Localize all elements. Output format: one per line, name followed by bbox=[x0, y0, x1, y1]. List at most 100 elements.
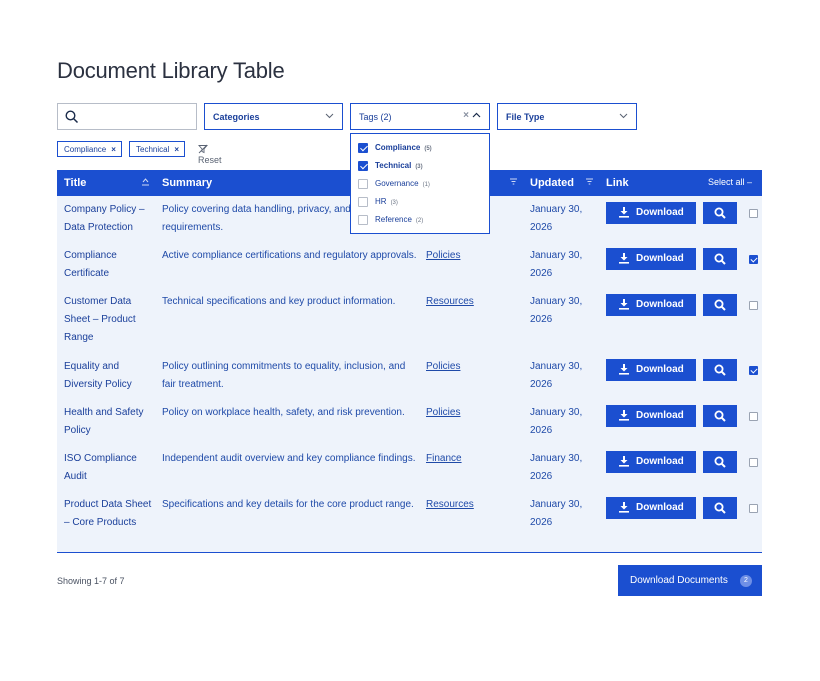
tags-dropdown-menu: Compliance (5) Technical (3) Governance (1)… bbox=[350, 133, 490, 234]
checkbox[interactable] bbox=[358, 215, 368, 225]
row-checkbox[interactable] bbox=[749, 301, 758, 310]
preview-button[interactable] bbox=[703, 202, 737, 224]
row-checkbox[interactable] bbox=[749, 209, 758, 218]
table-row: Customer Data Sheet – Product Range Tech… bbox=[57, 288, 762, 353]
select-all-button[interactable]: Select all – bbox=[708, 177, 752, 187]
doc-date: January 30, 2026 bbox=[530, 361, 583, 390]
filter-icon[interactable] bbox=[585, 177, 594, 188]
chip-technical[interactable]: Technical × bbox=[129, 141, 185, 157]
filetype-label: File Type bbox=[506, 112, 545, 122]
doc-title[interactable]: Health and Safety Policy bbox=[64, 404, 152, 440]
download-button[interactable]: Download bbox=[606, 451, 696, 473]
preview-button[interactable] bbox=[703, 294, 737, 316]
download-button[interactable]: Download bbox=[606, 248, 696, 270]
header-summary: Summary bbox=[162, 177, 213, 189]
header-title[interactable]: Title bbox=[64, 177, 86, 189]
tags-select[interactable]: Tags (2) × bbox=[350, 103, 490, 130]
doc-date: January 30, 2026 bbox=[530, 407, 583, 436]
table-body: Company Policy – Data Protection Policy … bbox=[57, 196, 762, 553]
doc-title[interactable]: Compliance Certificate bbox=[64, 247, 152, 283]
download-documents-button[interactable]: Download Documents 2 bbox=[618, 565, 762, 596]
preview-button[interactable] bbox=[703, 405, 737, 427]
doc-category[interactable]: Resources bbox=[426, 293, 474, 311]
download-icon bbox=[619, 253, 629, 264]
checkbox[interactable] bbox=[358, 143, 368, 153]
download-button[interactable]: Download bbox=[606, 497, 696, 519]
categories-label: Categories bbox=[213, 112, 260, 122]
sort-icon[interactable] bbox=[141, 177, 150, 188]
table-row: Compliance Certificate Active compliance… bbox=[57, 242, 762, 288]
row-checkbox[interactable] bbox=[749, 504, 758, 513]
header-updated[interactable]: Updated bbox=[530, 177, 574, 189]
preview-button[interactable] bbox=[703, 451, 737, 473]
checkbox[interactable] bbox=[358, 197, 368, 207]
doc-title[interactable]: Customer Data Sheet – Product Range bbox=[64, 293, 152, 347]
preview-button[interactable] bbox=[703, 497, 737, 519]
filetype-select[interactable]: File Type bbox=[497, 103, 637, 130]
page-title: Document Library Table bbox=[57, 58, 285, 83]
filter-bar: Categories Tags (2) × File Type bbox=[57, 103, 762, 130]
download-button[interactable]: Download bbox=[606, 294, 696, 316]
chip-compliance[interactable]: Compliance × bbox=[57, 141, 122, 157]
doc-summary: Policy on workplace health, safety, and … bbox=[162, 407, 405, 418]
search-icon bbox=[714, 299, 726, 311]
results-count: Showing 1-7 of 7 bbox=[57, 576, 125, 586]
download-button[interactable]: Download bbox=[606, 359, 696, 381]
download-icon bbox=[619, 299, 629, 310]
doc-title[interactable]: Product Data Sheet – Core Products bbox=[64, 496, 152, 532]
download-button[interactable]: Download bbox=[606, 405, 696, 427]
doc-summary: Active compliance certifications and reg… bbox=[162, 250, 417, 261]
doc-summary: Independent audit overview and key compl… bbox=[162, 453, 416, 464]
doc-category[interactable]: Resources bbox=[426, 496, 474, 514]
tags-label: Tags (2) bbox=[359, 112, 392, 122]
table-row: ISO Compliance Audit Independent audit o… bbox=[57, 445, 762, 491]
checkbox[interactable] bbox=[358, 161, 368, 171]
doc-category[interactable]: Policies bbox=[426, 247, 460, 265]
doc-summary: Policy outlining commitments to equality… bbox=[162, 361, 406, 390]
row-checkbox[interactable] bbox=[749, 366, 758, 375]
download-icon bbox=[619, 364, 629, 375]
doc-date: January 30, 2026 bbox=[530, 250, 583, 279]
chevron-up-icon bbox=[472, 112, 481, 118]
download-icon bbox=[619, 456, 629, 467]
table-row: Equality and Diversity Policy Policy out… bbox=[57, 353, 762, 399]
doc-category[interactable]: Finance bbox=[426, 450, 462, 468]
row-checkbox[interactable] bbox=[749, 458, 758, 467]
doc-date: January 30, 2026 bbox=[530, 296, 583, 325]
search-icon bbox=[714, 502, 726, 514]
search-icon bbox=[65, 110, 79, 124]
download-button[interactable]: Download bbox=[606, 202, 696, 224]
header-link: Link bbox=[606, 177, 629, 189]
preview-button[interactable] bbox=[703, 359, 737, 381]
doc-title[interactable]: ISO Compliance Audit bbox=[64, 450, 152, 486]
checkbox[interactable] bbox=[358, 179, 368, 189]
download-icon bbox=[619, 502, 629, 513]
filter-off-icon bbox=[198, 144, 208, 154]
doc-category[interactable]: Policies bbox=[426, 358, 460, 376]
search-icon bbox=[714, 207, 726, 219]
search-input[interactable] bbox=[57, 103, 197, 130]
row-checkbox[interactable] bbox=[749, 255, 758, 264]
doc-title[interactable]: Company Policy – Data Protection bbox=[64, 201, 152, 237]
doc-category[interactable]: Policies bbox=[426, 404, 460, 422]
categories-select[interactable]: Categories bbox=[204, 103, 343, 130]
download-icon bbox=[619, 410, 629, 421]
clear-tags-icon[interactable]: × bbox=[463, 110, 469, 121]
table-row: Product Data Sheet – Core Products Speci… bbox=[57, 491, 762, 552]
row-checkbox[interactable] bbox=[749, 412, 758, 421]
reset-button[interactable]: Reset bbox=[198, 144, 222, 165]
filter-icon[interactable] bbox=[509, 177, 518, 188]
search-icon bbox=[714, 410, 726, 422]
doc-title[interactable]: Equality and Diversity Policy bbox=[64, 358, 152, 394]
close-icon[interactable]: × bbox=[111, 145, 116, 154]
chevron-down-icon bbox=[619, 113, 628, 119]
table-row: Health and Safety Policy Policy on workp… bbox=[57, 399, 762, 445]
search-icon bbox=[714, 253, 726, 265]
preview-button[interactable] bbox=[703, 248, 737, 270]
chevron-down-icon bbox=[325, 113, 334, 119]
close-icon[interactable]: × bbox=[174, 145, 179, 154]
doc-date: January 30, 2026 bbox=[530, 453, 583, 482]
search-icon bbox=[714, 364, 726, 376]
download-icon bbox=[619, 207, 629, 218]
search-icon bbox=[714, 456, 726, 468]
